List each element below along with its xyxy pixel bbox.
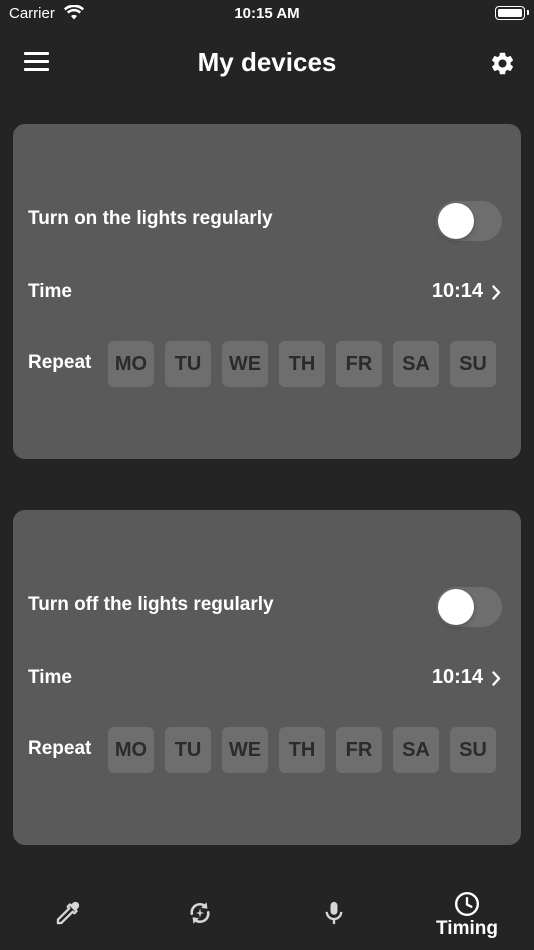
time-value: 10:14 bbox=[431, 280, 483, 302]
gear-icon[interactable] bbox=[489, 50, 516, 77]
day-saturday[interactable]: SA bbox=[393, 341, 439, 387]
day-thursday[interactable]: TH bbox=[279, 341, 325, 387]
status-bar: Carrier 10:15 AM bbox=[0, 0, 534, 28]
day-saturday[interactable]: SA bbox=[393, 727, 439, 773]
schedule-card-lights-on: Turn on the lights regularly Time 10:14 … bbox=[13, 124, 521, 459]
toggle-label: Turn on the lights regularly bbox=[28, 208, 273, 229]
schedule-card-lights-off: Turn off the lights regularly Time 10:14… bbox=[13, 510, 521, 845]
lights-off-toggle[interactable] bbox=[436, 587, 502, 627]
eyedropper-icon bbox=[56, 901, 80, 925]
time-label: Time bbox=[28, 281, 73, 302]
time-picker[interactable]: 10:14 bbox=[393, 280, 513, 304]
tab-color-picker[interactable] bbox=[40, 880, 94, 950]
page-title: My devices bbox=[197, 47, 337, 77]
tab-bar: Timing bbox=[0, 880, 534, 950]
day-sunday[interactable]: SU bbox=[450, 341, 496, 387]
repeat-label: Repeat bbox=[28, 352, 92, 373]
status-time: 10:15 AM bbox=[234, 5, 300, 22]
day-sunday[interactable]: SU bbox=[450, 727, 496, 773]
toggle-knob bbox=[438, 589, 474, 625]
chevron-right-icon bbox=[492, 671, 501, 686]
battery-tip bbox=[527, 10, 529, 15]
lights-on-toggle[interactable] bbox=[436, 201, 502, 241]
tab-timing[interactable]: Timing bbox=[430, 880, 504, 950]
day-friday[interactable]: FR bbox=[336, 727, 382, 773]
repeat-label: Repeat bbox=[28, 738, 92, 759]
day-tuesday[interactable]: TU bbox=[165, 727, 211, 773]
tab-voice[interactable] bbox=[307, 880, 361, 950]
time-value: 10:14 bbox=[431, 666, 483, 688]
day-thursday[interactable]: TH bbox=[279, 727, 325, 773]
navigation-bar: My devices bbox=[0, 38, 534, 88]
day-wednesday[interactable]: WE bbox=[222, 341, 268, 387]
toggle-label: Turn off the lights regularly bbox=[28, 594, 274, 615]
day-monday[interactable]: MO bbox=[108, 727, 154, 773]
clock-icon bbox=[454, 891, 480, 917]
sync-icon bbox=[190, 902, 210, 924]
day-wednesday[interactable]: WE bbox=[222, 727, 268, 773]
day-monday[interactable]: MO bbox=[108, 341, 154, 387]
microphone-icon bbox=[325, 901, 343, 925]
toggle-knob bbox=[438, 203, 474, 239]
tab-sync[interactable] bbox=[173, 880, 227, 950]
time-picker[interactable]: 10:14 bbox=[393, 666, 513, 690]
time-label: Time bbox=[28, 667, 73, 688]
day-tuesday[interactable]: TU bbox=[165, 341, 211, 387]
tab-label: Timing bbox=[436, 918, 498, 939]
chevron-right-icon bbox=[492, 285, 501, 300]
day-friday[interactable]: FR bbox=[336, 341, 382, 387]
battery-icon bbox=[495, 6, 525, 20]
